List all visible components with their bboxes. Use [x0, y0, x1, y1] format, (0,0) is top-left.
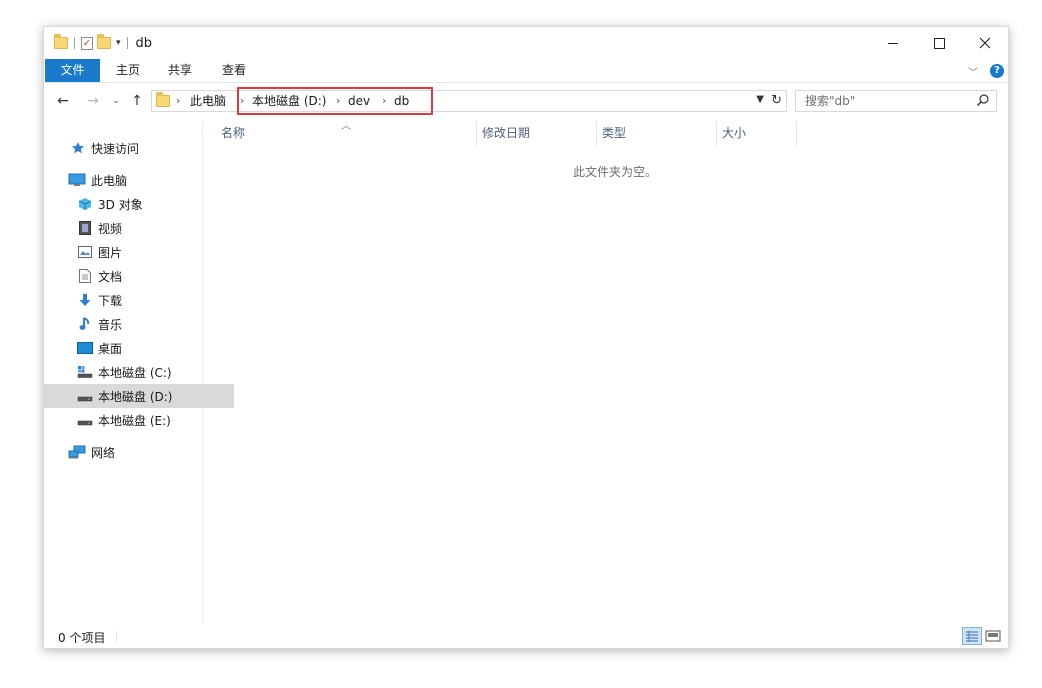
- column-divider[interactable]: [476, 121, 477, 147]
- address-dropdown-icon[interactable]: ▼: [756, 94, 764, 105]
- star-icon: [70, 141, 86, 155]
- forward-button[interactable]: →: [84, 91, 102, 111]
- breadcrumb-this-pc[interactable]: 此电脑: [190, 94, 226, 108]
- column-header-type[interactable]: 类型: [602, 119, 626, 147]
- search-box[interactable]: 搜索"db": [795, 90, 997, 112]
- drive-icon: [77, 413, 93, 427]
- toolbar-divider: [126, 37, 128, 49]
- item-count: 0 个项目: [58, 631, 106, 645]
- large-icons-view-icon: [985, 630, 1001, 642]
- picture-icon: [77, 245, 93, 259]
- sidebar-item-label: 图片: [98, 245, 123, 260]
- status-bar: 0 个项目: [44, 625, 1008, 649]
- sidebar-item-label: 文档: [98, 269, 123, 284]
- tab-share[interactable]: 共享: [166, 59, 194, 82]
- properties-icon[interactable]: ✓: [81, 36, 93, 50]
- column-header-size[interactable]: 大小: [722, 119, 746, 147]
- chevron-right-icon[interactable]: ›: [176, 94, 180, 108]
- sidebar-item-label: 本地磁盘 (D:): [98, 389, 173, 404]
- navigation-bar: ← → ⌄ ↑ › 此电脑 › 本地磁盘 (D:) › dev › db ▼ ↻…: [44, 83, 1008, 119]
- close-icon: [979, 37, 991, 49]
- details-view-button[interactable]: [962, 627, 982, 645]
- address-bar[interactable]: › 此电脑 › 本地磁盘 (D:) › dev › db ▼ ↻: [151, 87, 787, 115]
- column-divider[interactable]: [796, 121, 797, 147]
- minimize-icon: [888, 42, 898, 44]
- document-icon: [77, 269, 93, 283]
- sidebar-item-label: 3D 对象: [98, 197, 143, 212]
- sidebar-item-label: 网络: [91, 445, 116, 460]
- folder-icon: [156, 92, 170, 107]
- search-icon[interactable]: [976, 93, 990, 107]
- sidebar-item-label: 视频: [98, 221, 123, 236]
- help-icon[interactable]: ?: [990, 64, 1004, 78]
- maximize-icon: [933, 37, 945, 49]
- up-button[interactable]: ↑: [128, 91, 146, 111]
- sidebar-item-label: 音乐: [98, 317, 123, 332]
- quick-access-toolbar: ✓ ▾ db: [54, 34, 153, 51]
- download-arrow-icon: [77, 293, 93, 307]
- drive-icon: [77, 389, 93, 403]
- file-explorer-window: ✓ ▾ db 文件 主页 共享 查看 ﹀ ? ← → ⌄ ↑ › 此电脑 › 本…: [43, 26, 1009, 649]
- ribbon: 文件 主页 共享 查看 ﹀ ?: [44, 59, 1008, 83]
- sidebar-item-label: 快速访问: [91, 141, 140, 156]
- film-icon: [77, 221, 93, 235]
- minimize-button[interactable]: [870, 27, 916, 59]
- sidebar-item-label: 桌面: [98, 341, 123, 356]
- sidebar-item-network[interactable]: 网络: [44, 440, 225, 464]
- title-bar: ✓ ▾ db: [44, 27, 1008, 59]
- sidebar-item-label: 此电脑: [91, 173, 128, 188]
- navigation-pane: 快速访问 此电脑 3D 对象 视频 图片 文档 下载 音乐 桌面 本地磁盘 (C…: [44, 119, 234, 625]
- sidebar-item-this-pc[interactable]: 此电脑: [44, 168, 225, 192]
- expand-ribbon-icon[interactable]: ﹀: [968, 64, 978, 79]
- tab-home[interactable]: 主页: [114, 59, 142, 82]
- close-button[interactable]: [962, 27, 1008, 59]
- recent-locations-button[interactable]: ⌄: [110, 91, 122, 111]
- toolbar-divider: [74, 37, 75, 49]
- sort-ascending-icon: ︿: [341, 121, 351, 132]
- window-title: db: [135, 35, 153, 51]
- cube-icon: [77, 197, 93, 211]
- music-note-icon: [77, 317, 93, 331]
- customize-toolbar-icon[interactable]: ▾: [116, 38, 121, 48]
- back-button[interactable]: ←: [54, 91, 72, 111]
- details-view-icon: [966, 631, 978, 642]
- folder-icon: [54, 34, 68, 49]
- status-divider: [116, 631, 117, 643]
- file-list[interactable]: 名称 ︿ 修改日期 类型 大小 此文件夹为空。: [204, 119, 1008, 625]
- network-icon: [68, 445, 86, 459]
- computer-icon: [68, 173, 86, 187]
- tab-view[interactable]: 查看: [220, 59, 248, 82]
- column-header-name[interactable]: 名称: [221, 119, 245, 147]
- large-icons-view-button[interactable]: [984, 627, 1002, 645]
- sidebar-item-label: 本地磁盘 (C:): [98, 365, 172, 380]
- breadcrumb-highlight: [237, 87, 433, 115]
- sidebar-item-quick-access[interactable]: 快速访问: [44, 136, 227, 160]
- sidebar-item-label: 下载: [98, 293, 123, 308]
- sidebar-item-label: 本地磁盘 (E:): [98, 413, 171, 428]
- column-divider[interactable]: [596, 121, 597, 147]
- search-input[interactable]: 搜索"db": [805, 94, 855, 108]
- system-drive-icon: [77, 365, 93, 379]
- tab-file[interactable]: 文件: [45, 59, 100, 82]
- desktop-icon: [77, 341, 93, 355]
- column-divider[interactable]: [716, 121, 717, 147]
- maximize-button[interactable]: [916, 27, 962, 59]
- column-header-date-modified[interactable]: 修改日期: [482, 119, 530, 147]
- new-folder-icon[interactable]: [97, 34, 111, 49]
- empty-folder-message: 此文件夹为空。: [572, 165, 657, 179]
- refresh-icon[interactable]: ↻: [771, 93, 782, 108]
